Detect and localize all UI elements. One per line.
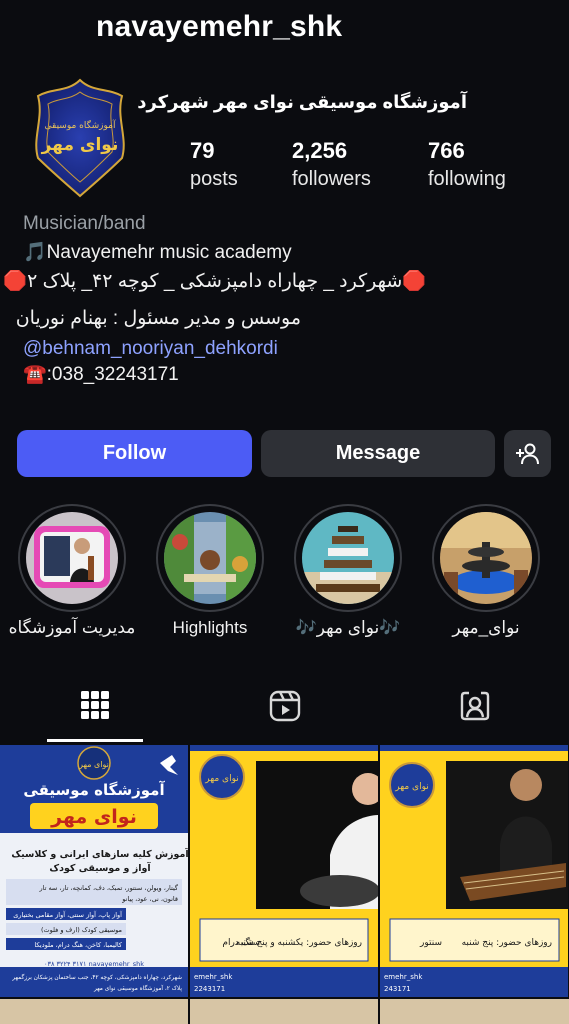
stat-posts-count: 79 — [190, 138, 215, 163]
stat-following[interactable]: 766 following — [428, 138, 506, 194]
stat-followers[interactable]: 2,256 followers — [292, 138, 371, 194]
highlight-navaye-mehr[interactable]: نوای_مهر — [430, 504, 542, 637]
post-thumbnail-5[interactable] — [190, 999, 378, 1024]
grid-icon — [81, 691, 109, 719]
svg-text:آموزشگاه موسیقی: آموزشگاه موسیقی — [45, 119, 116, 131]
highlight-highlights[interactable]: Highlights — [154, 504, 266, 637]
bio-mention-link[interactable]: @behnam_nooriyan_dehkordi — [23, 338, 278, 360]
highlight-cover-image — [440, 512, 532, 604]
profile-avatar[interactable]: آموزشگاه موسیقی نوای مهر — [30, 78, 130, 198]
highlight-navaye-mehr-music[interactable]: 🎶نوای مهر🎶 — [292, 504, 404, 637]
add-person-icon — [515, 443, 539, 464]
svg-text:۰۳۸ ۳۲۲۴ ۳۱۷۱ navayemehr_shk: ۰۳۸ ۳۲۲۴ ۳۱۷۱ navayemehr_shk — [44, 960, 144, 968]
stat-following-label: following — [428, 168, 506, 190]
svg-text:آواز و موسیقی کودک: آواز و موسیقی کودک — [49, 861, 151, 874]
post-logo: نوای مهر — [78, 760, 109, 769]
svg-text:emehr_shk: emehr_shk — [194, 973, 233, 981]
profile-full-name: آموزشگاه موسیقی نوای مهر شهرکرد — [137, 92, 467, 112]
svg-text:نوای مهر: نوای مهر — [204, 774, 239, 784]
svg-text:آواز پاپ، آواز سنتی، آواز مقام: آواز پاپ، آواز سنتی، آواز مقامی بختیاری — [13, 910, 123, 919]
svg-text:243171: 243171 — [384, 985, 411, 993]
bio-line-3: موسس و مدیر مسئول : بهنام نوریان — [15, 308, 301, 329]
bio-phone: ☎️:038_32243171 — [23, 364, 179, 385]
svg-text:سنگ درام: سنگ درام — [222, 936, 260, 948]
post-thumbnail-1[interactable]: نوای مهر آموزشگاه موسیقی نوای مهر آموزش … — [0, 745, 188, 997]
active-tab-indicator — [47, 739, 143, 742]
svg-text:قانون، نی، عود، پیانو: قانون، نی، عود، پیانو — [121, 895, 178, 903]
svg-text:گیتار، ویولن، سنتور، تمبک، دف،: گیتار، ویولن، سنتور، تمبک، دف، کمانچه، ت… — [38, 884, 178, 892]
follow-button[interactable]: Follow — [17, 430, 252, 477]
highlight-cover-image — [164, 512, 256, 604]
tab-tagged[interactable] — [380, 686, 569, 742]
highlight-label: مدیریت آموزشگاه — [8, 618, 136, 637]
post-thumbnail-2[interactable]: نوای مهر روزهای حضور: یکشنبه و پنج شنبه … — [190, 745, 378, 997]
svg-text:آموزشگاه موسیقی: آموزشگاه موسیقی — [23, 781, 165, 799]
svg-text:پلاک ۲، آموزشگاه موسیقی نوای م: پلاک ۲، آموزشگاه موسیقی نوای مهر — [93, 984, 182, 992]
svg-text:آموزش کلیه سازهای ایرانی و کلا: آموزش کلیه سازهای ایرانی و کلاسیک — [11, 847, 188, 860]
svg-text:موسیقی کودک (ارف و فلوت): موسیقی کودک (ارف و فلوت) — [41, 926, 122, 934]
stat-following-count: 766 — [428, 138, 465, 163]
svg-text:روزهای حضور: پنج شنبه: روزهای حضور: پنج شنبه — [462, 938, 552, 948]
tab-reels[interactable] — [190, 686, 380, 742]
highlight-label: 🎶نوای مهر🎶 — [295, 618, 401, 637]
svg-text:شهرکرد، چهاراه دامپزشکی، کوچه: شهرکرد، چهاراه دامپزشکی، کوچه ۴۲، جنب سا… — [11, 973, 182, 981]
suggest-users-button[interactable] — [504, 430, 551, 477]
svg-text:emehr_shk: emehr_shk — [384, 973, 423, 981]
highlight-cover-image — [26, 512, 118, 604]
highlight-label: نوای_مهر — [452, 618, 520, 637]
svg-text:نوای مهر: نوای مهر — [41, 135, 119, 155]
bio-line-1: 🎵Navayemehr music academy — [23, 242, 292, 263]
stat-followers-count: 2,256 — [292, 138, 348, 163]
stat-posts[interactable]: 79 posts — [190, 138, 238, 194]
highlight-school-management[interactable]: مدیریت آموزشگاه — [9, 504, 135, 637]
post-thumbnail-4[interactable] — [0, 999, 188, 1024]
svg-text:نوای مهر: نوای مهر — [50, 806, 137, 828]
message-button[interactable]: Message — [261, 430, 495, 477]
profile-tabs — [0, 686, 569, 742]
svg-text:2243171: 2243171 — [194, 985, 225, 993]
svg-text:کالیمبا، کاخن، هنگ درام، ملودی: کالیمبا، کاخن، هنگ درام، ملودیکا — [34, 941, 123, 949]
post-thumbnail-3[interactable]: نوای مهر روزهای حضور: پنج شنبه سنتور eme… — [380, 745, 568, 997]
tagged-person-icon — [460, 691, 490, 721]
post-thumbnail-6[interactable] — [380, 999, 569, 1024]
highlight-label: Highlights — [172, 618, 248, 637]
bio-line-2: 🛑شهرکرد _ چهاراه دامپزشکی _ کوچه ۴۲_ پلا… — [3, 271, 426, 292]
username: navayemehr_shk — [96, 10, 343, 43]
bio-category: Musician/band — [23, 213, 146, 234]
tab-posts-grid[interactable] — [0, 686, 190, 742]
svg-text:نوای مهر: نوای مهر — [394, 782, 429, 792]
stat-followers-label: followers — [292, 168, 371, 190]
stat-posts-label: posts — [190, 168, 238, 190]
svg-text:سنتور: سنتور — [419, 938, 442, 948]
highlight-cover-image — [302, 512, 394, 604]
reels-icon — [269, 690, 301, 722]
